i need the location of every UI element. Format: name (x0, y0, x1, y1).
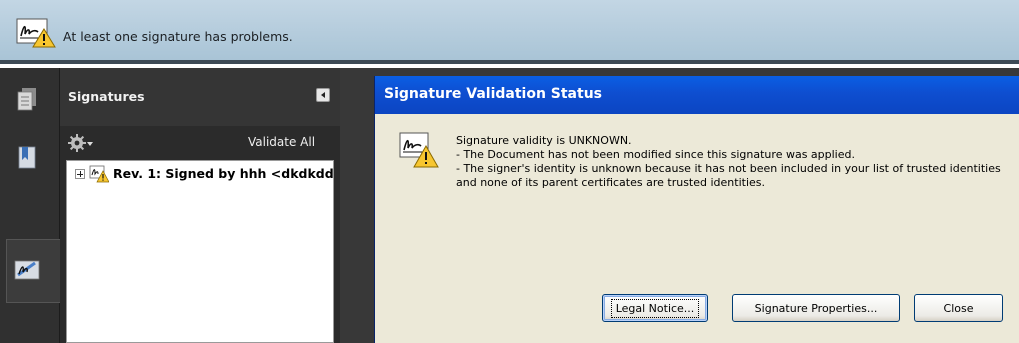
dialog-title-bar[interactable]: Signature Validation Status (375, 76, 1019, 114)
document-status-text: - The Document has not been modified sin… (456, 148, 855, 161)
validate-all-button[interactable]: Validate All (248, 135, 315, 149)
message-bar-text: At least one signature has problems. (63, 29, 293, 44)
legal-notice-button[interactable]: Legal Notice... (602, 294, 708, 322)
nav-strip (0, 68, 60, 343)
identity-status-text: - The signer's identity is unknown becau… (456, 162, 1001, 189)
signatures-panel: Signatures Validate All Rev. 1: Signed b… (60, 68, 340, 343)
validity-status-text: Signature validity is UNKNOWN. (456, 134, 632, 147)
chevron-down-icon (87, 142, 93, 146)
pages-icon[interactable] (12, 84, 42, 114)
signatures-panel-title: Signatures (68, 89, 145, 104)
signatures-tree: Rev. 1: Signed by hhh <dkdkdd (66, 160, 334, 343)
signature-properties-button[interactable]: Signature Properties... (732, 294, 900, 322)
signature-revision-label: Rev. 1: Signed by hhh <dkdkdd (113, 166, 334, 181)
gear-icon[interactable] (68, 133, 94, 153)
signature-warning-icon (16, 18, 56, 48)
close-label: Close (943, 301, 974, 315)
collapse-panel-button[interactable] (316, 88, 330, 102)
signature-warning-icon (89, 165, 109, 183)
signatures-icon[interactable] (12, 256, 42, 286)
signatures-toolbar: Validate All (60, 126, 340, 160)
expand-icon[interactable] (75, 169, 85, 179)
signatures-panel-header: Signatures (60, 68, 340, 126)
signature-validation-dialog: Signature Validation Status Signature va… (374, 76, 1019, 343)
message-bar: At least one signature has problems. (0, 0, 1019, 64)
signature-properties-label: Signature Properties... (754, 301, 878, 315)
legal-notice-label: Legal Notice... (610, 298, 700, 318)
dialog-message: Signature validity is UNKNOWN. - The Doc… (456, 134, 1006, 190)
signature-warning-icon (399, 132, 439, 168)
bookmarks-icon[interactable] (12, 142, 42, 172)
close-button[interactable]: Close (914, 294, 1003, 322)
dialog-title: Signature Validation Status (384, 86, 602, 102)
